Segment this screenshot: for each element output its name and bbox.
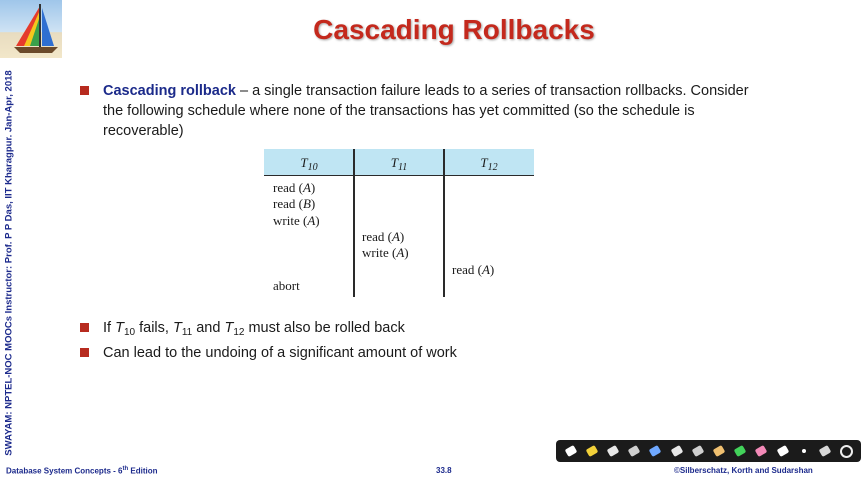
schedule-table: T10 T11 T12 read (A) read (B) write (A) rea… [264,149,534,297]
bullet-cascading-rollback: Cascading rollback – a single transactio… [80,81,770,141]
schedule-op: abort [273,277,300,293]
course-sidebar-text: SWAYAM: NPTEL-NOC MOOCs Instructor: Prof… [3,70,15,456]
schedule-column-divider [353,149,355,297]
bullet-text: Can lead to the undoing of a significant… [103,345,457,361]
schedule-op: read (A) [273,180,316,195]
bullet-term: Cascading rollback [103,83,236,99]
close-icon[interactable] [839,444,853,458]
schedule-op: write (A) [362,245,409,261]
footer-book-title: Database System Concepts - 6th Edition [6,466,158,476]
schedule-op: read (B) [273,196,316,212]
laser-icon[interactable] [776,444,790,458]
bullet-text: Cascading rollback – a single transactio… [103,81,770,141]
bullet-text: If T10 fails, T11 and T12 must also be r… [103,320,405,338]
green-marker-icon[interactable] [733,444,747,458]
highlighter-icon[interactable] [670,444,684,458]
schedule-header-t12: T12 [480,155,498,173]
bullet-undoing-work: Can lead to the undoing of a significant… [80,343,770,363]
schedule-op: read (A) [452,261,495,277]
schedule-header-divider [264,175,534,176]
bullet-square-icon [80,86,89,95]
schedule-header-t11: T11 [390,155,408,173]
schedule-op: read (A) [362,228,405,244]
schedule-header-t10: T10 [300,155,318,173]
marker-icon[interactable] [648,444,662,458]
pink-marker-icon[interactable] [754,444,768,458]
screen-icon[interactable] [691,444,705,458]
pointer-icon[interactable] [564,444,578,458]
pen-icon[interactable] [585,444,599,458]
footer-page-number: 33.8 [436,466,452,475]
grid-icon[interactable] [627,444,641,458]
footer-copyright: ©Silberschatz, Korth and Sudarshan [674,466,813,475]
slide-title: Cascading Rollbacks [313,14,595,45]
bullet-t10-fails: If T10 fails, T11 and T12 must also be r… [80,318,770,343]
eraser-icon[interactable] [606,444,620,458]
course-sidebar: SWAYAM: NPTEL-NOC MOOCs Instructor: Prof… [2,70,16,456]
pencil-icon[interactable] [712,444,726,458]
schedule-op: write (A) [273,212,320,228]
keyboard-icon[interactable] [818,444,832,458]
bullet-square-icon [80,348,89,357]
schedule-column-divider [443,149,445,297]
dot-icon[interactable] [797,444,811,458]
bullet-square-icon [80,323,89,332]
annotation-toolbar[interactable] [556,440,861,462]
